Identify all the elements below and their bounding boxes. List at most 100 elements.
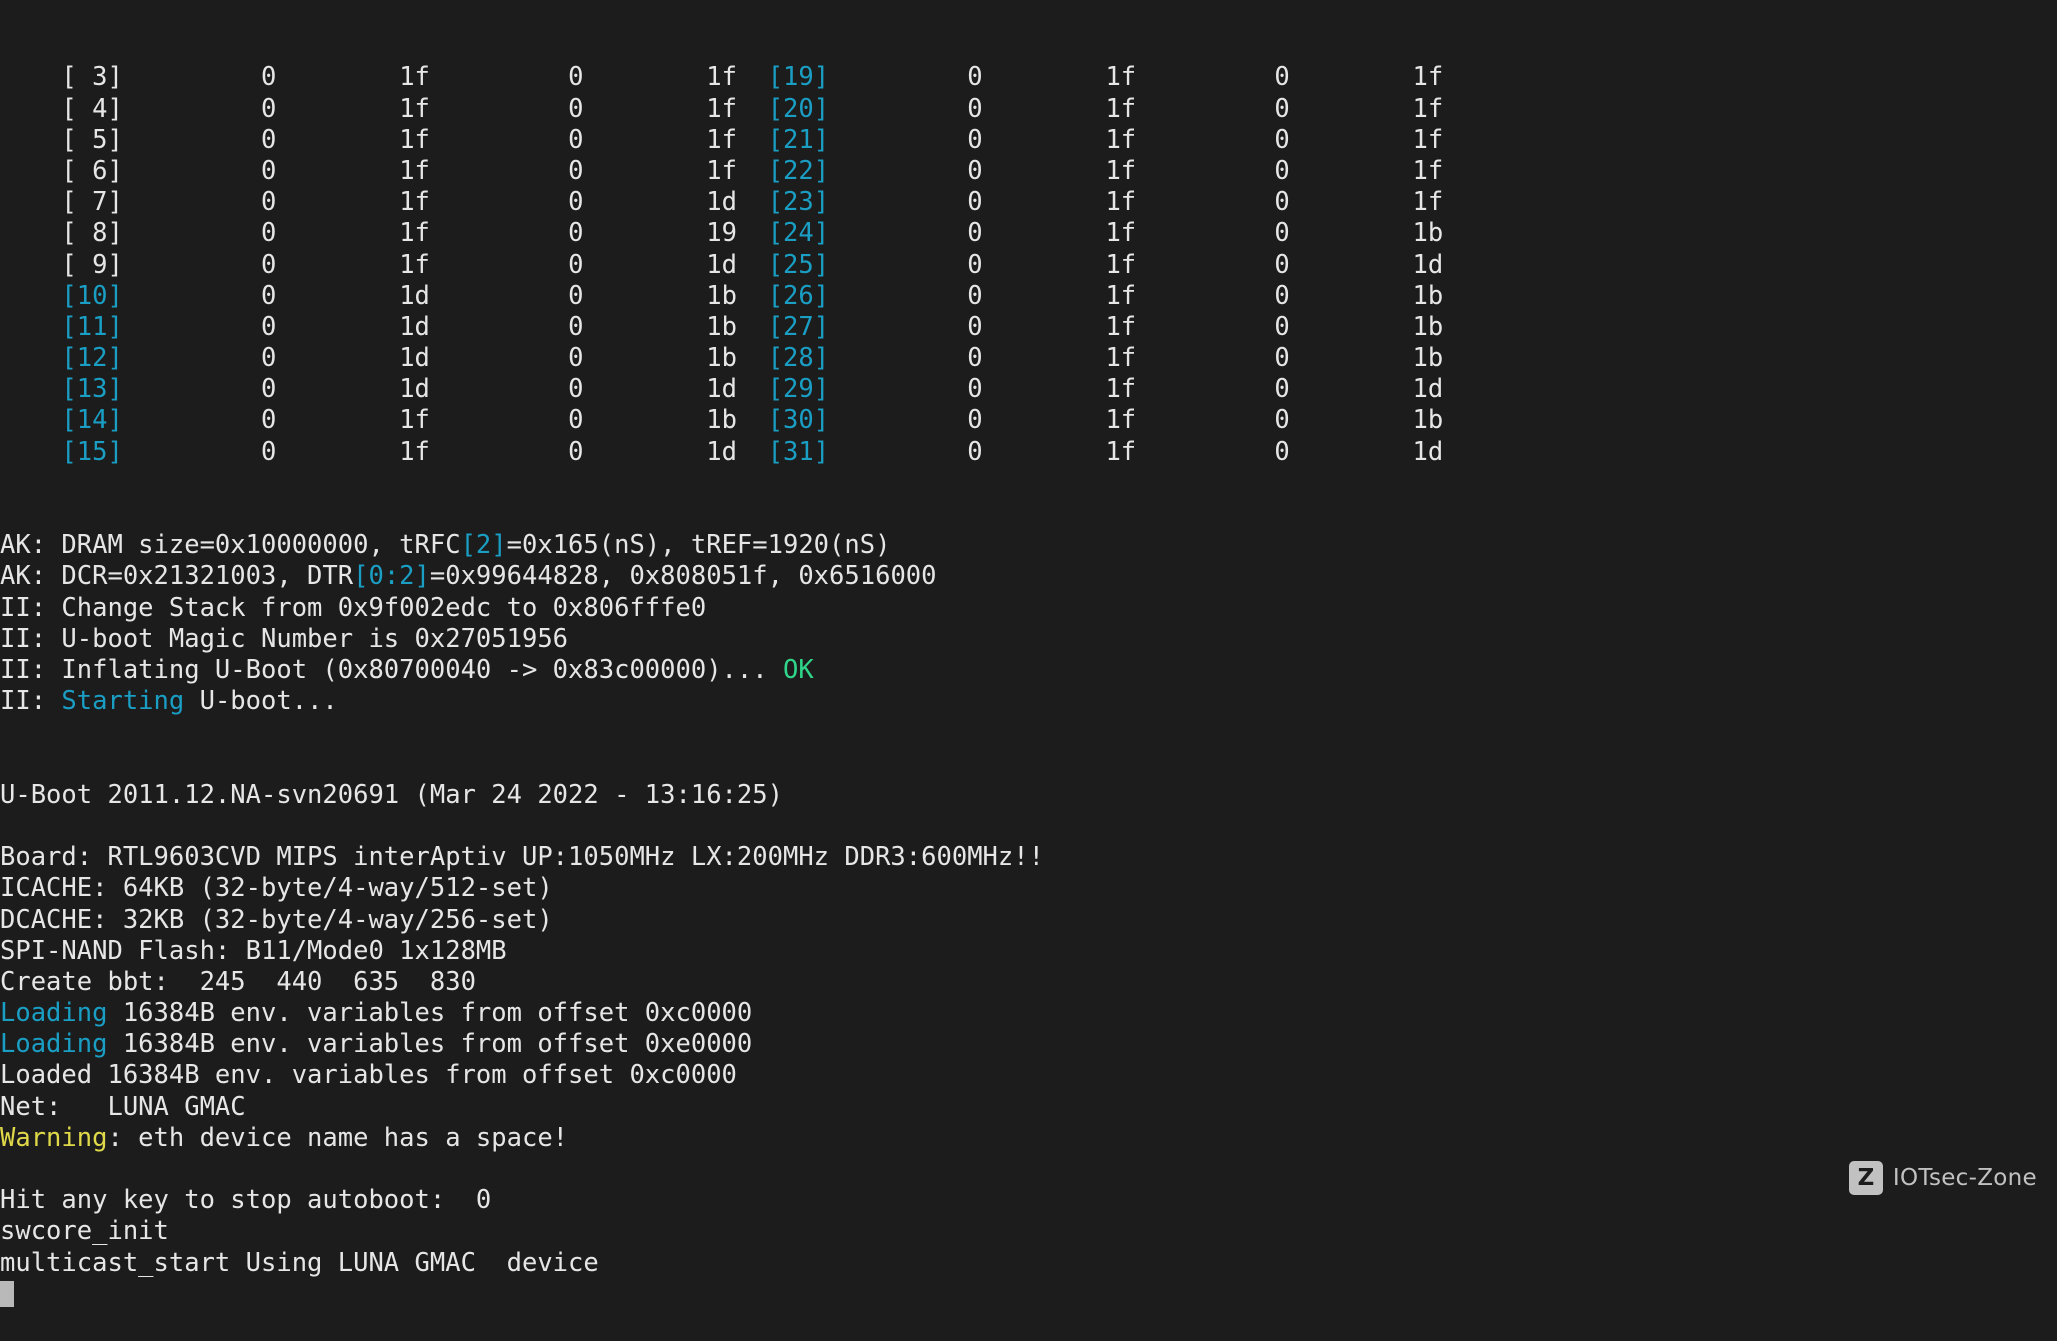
board-text: Board: RTL9603CVD MIPS interAptiv UP:105… (0, 842, 1044, 873)
cell-r2: 1f (982, 436, 1137, 467)
log-blank-4 (0, 1154, 2057, 1185)
cell-l2: 1f (276, 187, 430, 218)
row-index-left: [10] (61, 280, 123, 311)
cell-r1: 0 (829, 405, 983, 436)
terminal-console[interactable]: [ 3] 0 1f 0 1f [19] 0 1f 0 1f [ 4] 0 1f … (0, 0, 2057, 1307)
log-line-autoboot: Hit any key to stop autoboot: 0 (0, 1185, 2057, 1216)
cell-l4: 1b (583, 280, 737, 311)
row-index-left: [ 5] (61, 124, 123, 155)
log-line-warning: Warning: eth device name has a space! (0, 1123, 2057, 1154)
cell-r1: 0 (829, 436, 983, 467)
swcore-init-text: swcore_init (0, 1216, 169, 1247)
row-indent (0, 405, 61, 435)
row-indent (0, 94, 61, 124)
cell-r4: 1f (1289, 62, 1444, 93)
cell-l2: 1d (276, 311, 430, 342)
log-line-multicast-start: multicast_start Using LUNA GMAC device (0, 1248, 2057, 1279)
cell-r1: 0 (829, 343, 983, 374)
cell-r2: 1f (982, 311, 1137, 342)
cell-l3: 0 (429, 218, 584, 249)
row-gap (737, 94, 768, 124)
cell-l1: 0 (122, 311, 277, 342)
cell-r3: 0 (1136, 374, 1290, 405)
cell-l1: 0 (122, 249, 277, 280)
cell-r2: 1f (982, 343, 1137, 374)
row-index-left: [15] (61, 436, 123, 467)
cell-l3: 0 (429, 405, 584, 436)
cell-l3: 0 (429, 249, 584, 280)
row-index-right: [27] (767, 311, 830, 342)
dram-calibration-table: [ 3] 0 1f 0 1f [19] 0 1f 0 1f [ 4] 0 1f … (0, 62, 2057, 467)
cell-r3: 0 (1136, 343, 1290, 374)
cell-l2: 1f (276, 218, 430, 249)
row-indent (0, 312, 61, 342)
row-gap (737, 312, 768, 342)
cell-r4: 1f (1289, 187, 1444, 218)
cell-l3: 0 (429, 124, 584, 155)
cell-r4: 1b (1289, 343, 1444, 374)
table-row: [ 6] 0 1f 0 1f [22] 0 1f 0 1f (0, 156, 2057, 187)
log-line-loaded: Loaded 16384B env. variables from offset… (0, 1060, 2057, 1091)
row-index-left: [ 4] (61, 93, 123, 124)
row-index-right: [25] (767, 249, 830, 280)
row-index-right: [24] (767, 218, 830, 249)
inflating-text: II: Inflating U-Boot (0x80700040 -> 0x83… (0, 655, 783, 685)
cell-r2: 1f (982, 62, 1137, 93)
cell-r1: 0 (829, 124, 983, 155)
cell-l4: 1d (583, 374, 737, 405)
cell-r4: 1f (1289, 124, 1444, 155)
cell-l1: 0 (122, 93, 277, 124)
log-blank-3 (0, 811, 2057, 842)
cell-r3: 0 (1136, 62, 1290, 93)
log-line-starting: II: Starting U-boot... (0, 686, 2057, 717)
cell-l1: 0 (122, 62, 277, 93)
row-gap (737, 437, 768, 467)
cursor-line[interactable] (0, 1279, 2057, 1310)
table-row: [13] 0 1d 0 1d [29] 0 1f 0 1d (0, 374, 2057, 405)
row-indent (0, 374, 61, 404)
cell-r1: 0 (829, 155, 983, 186)
cell-l2: 1f (276, 436, 430, 467)
loading-keyword: Loading (0, 998, 108, 1029)
cell-l2: 1f (276, 155, 430, 186)
log-blank-1 (0, 717, 2057, 748)
log-line-icache: ICACHE: 64KB (32-byte/4-way/512-set) (0, 873, 2057, 904)
cell-r4: 1b (1289, 311, 1444, 342)
loading-text: 16384B env. variables from offset 0xe000… (107, 1029, 753, 1060)
cell-l1: 0 (122, 280, 277, 311)
cell-l1: 0 (122, 155, 277, 186)
cell-l2: 1d (276, 280, 430, 311)
table-row: [ 5] 0 1f 0 1f [21] 0 1f 0 1f (0, 125, 2057, 156)
row-index-right: [21] (767, 124, 830, 155)
cell-r4: 1b (1289, 218, 1444, 249)
cell-r3: 0 (1136, 405, 1290, 436)
dram-suffix: =0x165(nS), tREF=1920(nS) (506, 530, 891, 561)
cell-r1: 0 (829, 93, 983, 124)
cell-l3: 0 (429, 343, 584, 374)
cell-r4: 1f (1289, 93, 1444, 124)
row-index-left: [11] (61, 311, 123, 342)
cell-r3: 0 (1136, 124, 1290, 155)
table-row: [ 9] 0 1f 0 1d [25] 0 1f 0 1d (0, 250, 2057, 281)
cell-l4: 1b (583, 343, 737, 374)
cell-l1: 0 (122, 374, 277, 405)
cell-r4: 1d (1289, 436, 1444, 467)
row-indent (0, 437, 61, 467)
log-line-create-bbt: Create bbt: 245 440 635 830 (0, 967, 2057, 998)
cell-r3: 0 (1136, 249, 1290, 280)
watermark-label: IOTsec-Zone (1892, 1165, 2037, 1191)
cell-l2: 1f (276, 124, 430, 155)
cell-r4: 1d (1289, 374, 1444, 405)
row-indent (0, 218, 61, 248)
cell-r3: 0 (1136, 280, 1290, 311)
block-cursor[interactable] (0, 1280, 14, 1307)
cell-l2: 1d (276, 343, 430, 374)
log-line-change-stack: II: Change Stack from 0x9f002edc to 0x80… (0, 593, 2057, 624)
row-gap (737, 62, 768, 92)
watermark: Z IOTsec-Zone (1848, 1161, 2037, 1195)
row-index-right: [28] (767, 343, 830, 374)
row-indent (0, 281, 61, 311)
cell-l2: 1d (276, 374, 430, 405)
cell-l3: 0 (429, 62, 584, 93)
cell-r3: 0 (1136, 187, 1290, 218)
